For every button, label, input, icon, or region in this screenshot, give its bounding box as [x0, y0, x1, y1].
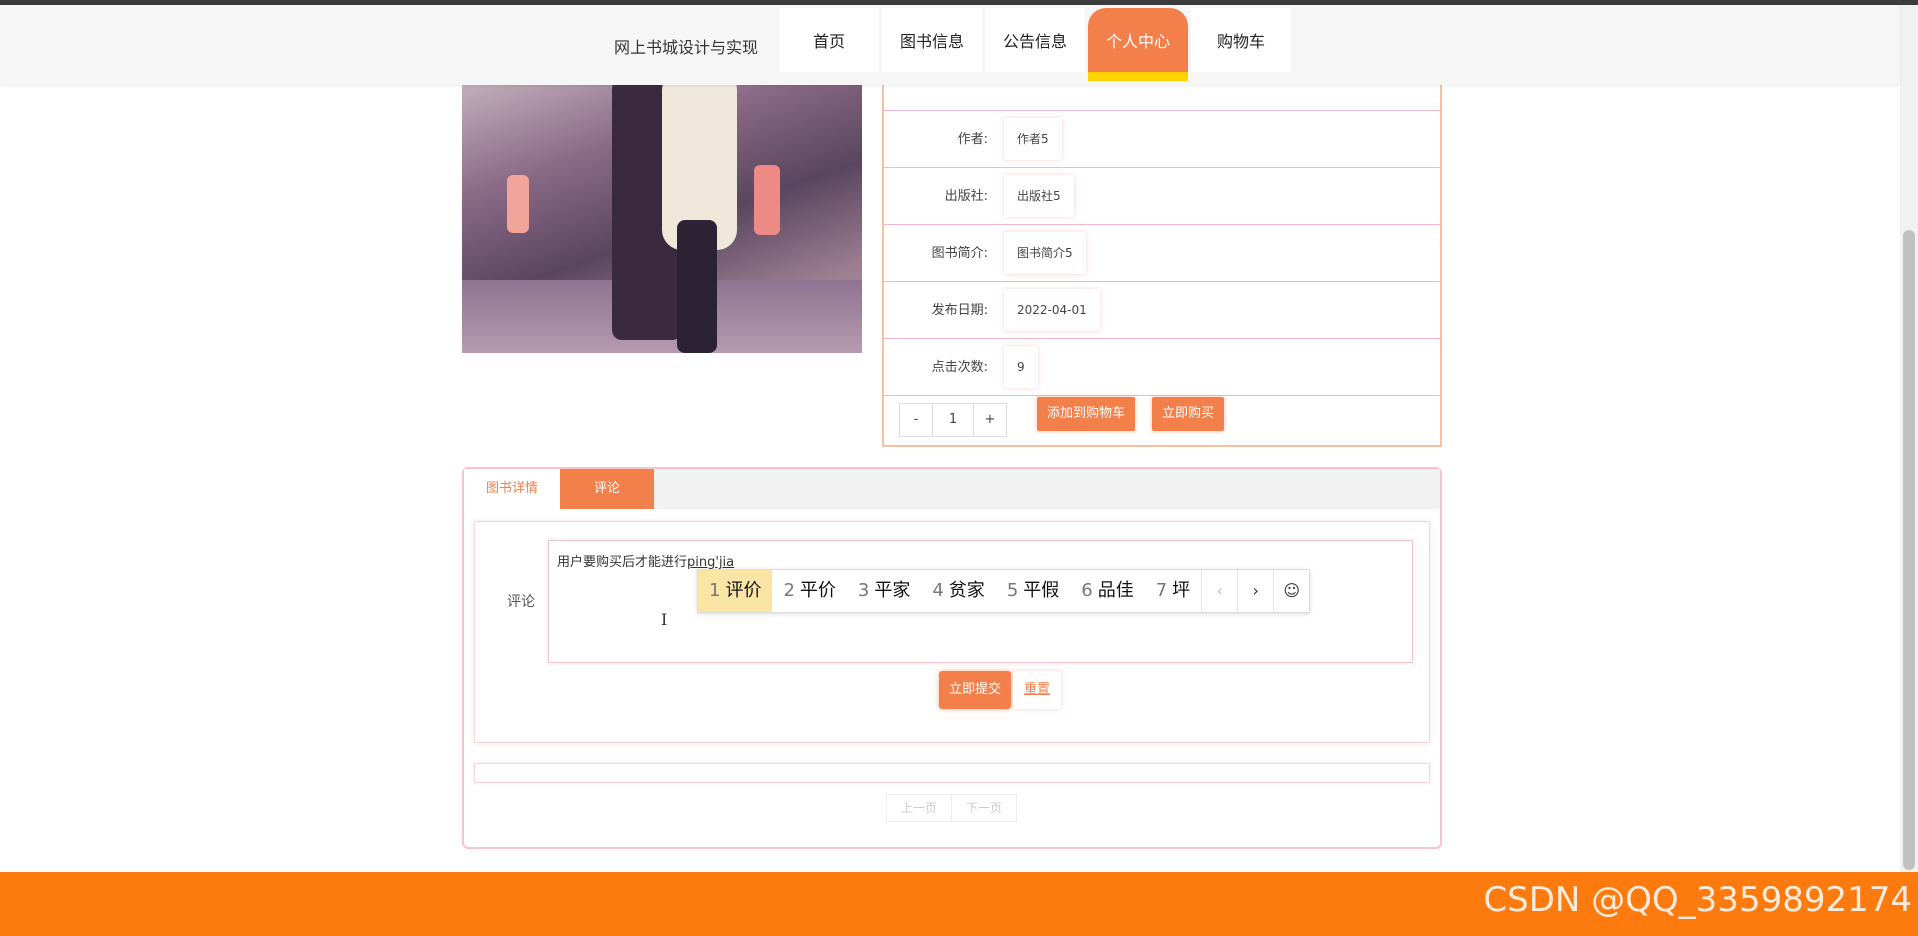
ime-candidate[interactable]: 1 评价 [698, 570, 773, 612]
next-page-button[interactable]: 下一页 [951, 795, 1016, 821]
ime-prev-page-icon[interactable]: ‹ [1201, 570, 1237, 612]
info-row-date: 发布日期: 2022-04-01 [884, 282, 1440, 339]
quantity-input[interactable]: 1 [932, 404, 974, 436]
info-row-author: 作者: 作者5 [884, 111, 1440, 168]
ime-candidate[interactable]: 5 平假 [996, 570, 1070, 612]
nav-cart[interactable]: 购物车 [1191, 8, 1291, 72]
cover-lantern-left [507, 175, 529, 233]
comment-text: 用户要购买后才能进行 [557, 555, 688, 570]
ime-candidate-text: 坪 [1172, 580, 1191, 601]
info-row-publisher: 出版社: 出版社5 [884, 168, 1440, 225]
nav-personal-center[interactable]: 个人中心 [1088, 8, 1188, 81]
ime-candidate-number: 2 [783, 580, 795, 601]
cover-figure-legs [677, 220, 717, 353]
submit-button[interactable]: 立即提交 [939, 671, 1012, 709]
ime-candidate[interactable]: 2 平价 [772, 570, 846, 612]
watermark-text: CSDN @QQ_3359892174 [1483, 880, 1912, 920]
quantity-plus-button[interactable]: + [974, 404, 1006, 436]
quantity-stepper: - 1 + [899, 403, 1007, 437]
ime-candidate-text: 贫家 [948, 580, 985, 601]
pagination: 上一页 下一页 [886, 794, 1018, 822]
ime-candidate-number: 1 [709, 580, 721, 601]
ime-candidate[interactable]: 7坪 [1145, 570, 1201, 612]
ime-candidate-number: 3 [857, 580, 870, 601]
publisher-label: 出版社: [944, 189, 988, 204]
quantity-minus-button[interactable]: - [900, 404, 932, 436]
tab-book-details[interactable]: 图书详情 [464, 469, 560, 509]
nav-notices[interactable]: 公告信息 [985, 8, 1085, 72]
ime-candidate-window: 1 评价 2 平价 3 平家 4 贫家 5 平假 6 品佳 7坪 ‹ › ☺ [697, 569, 1311, 613]
reset-button[interactable]: 重置 [1013, 671, 1062, 709]
ime-candidate-text: 品佳 [1097, 580, 1134, 601]
ime-candidate[interactable]: 3 平家 [847, 570, 921, 612]
scrollbar-thumb[interactable] [1903, 230, 1915, 870]
cover-lantern-right [754, 165, 780, 235]
summary-label: 图书简介: [931, 246, 988, 261]
publisher-value: 出版社5 [1004, 175, 1074, 217]
ime-candidate-number: 5 [1006, 580, 1019, 601]
nav-home[interactable]: 首页 [779, 8, 879, 72]
comment-label: 评论 [507, 594, 535, 610]
info-row-clicks: 点击次数: 9 [884, 339, 1440, 396]
author-label: 作者: [957, 132, 988, 147]
buy-row: - 1 + 添加到购物车 立即购买 [884, 397, 1440, 445]
ime-candidate[interactable]: 4 贫家 [921, 570, 995, 612]
text-cursor-icon: I [661, 610, 668, 629]
comment-list [474, 763, 1430, 783]
ime-candidate-number: 6 [1081, 580, 1093, 601]
nav-book-info[interactable]: 图书信息 [882, 8, 982, 72]
tab-bar: 图书详情 评论 [464, 469, 1440, 509]
buy-now-button[interactable]: 立即购买 [1152, 397, 1225, 431]
ime-candidate-text: 评价 [725, 580, 762, 601]
ime-candidate-number: 4 [932, 580, 944, 601]
ime-next-page-icon[interactable]: › [1237, 570, 1273, 612]
date-label: 发布日期: [931, 303, 988, 318]
comment-pinyin-composition: ping'jia [687, 555, 735, 570]
ime-candidate-text: 平假 [1023, 580, 1060, 601]
ime-candidate-number: 7 [1155, 580, 1168, 601]
clicks-label: 点击次数: [931, 360, 988, 375]
add-to-cart-button[interactable]: 添加到购物车 [1037, 397, 1136, 431]
ime-emoji-icon[interactable]: ☺ [1273, 570, 1309, 612]
main-nav: 首页 图书信息 公告信息 个人中心 购物车 [779, 8, 1294, 81]
page-scrollbar[interactable] [1900, 5, 1918, 936]
author-value: 作者5 [1004, 118, 1062, 160]
comment-form: 评论 用户要购买后才能进行ping'jia I 立即提交 重置 [474, 521, 1430, 743]
site-title: 网上书城设计与实现 [614, 38, 759, 57]
book-info-table: 作者: 作者5 出版社: 出版社5 图书简介: 图书简介5 发布日期: 2022… [882, 70, 1442, 447]
ime-candidate[interactable]: 6 品佳 [1070, 570, 1144, 612]
prev-page-button[interactable]: 上一页 [887, 795, 951, 821]
site-header: 网上书城设计与实现 首页 图书信息 公告信息 个人中心 购物车 [0, 5, 1900, 85]
book-cover-image [462, 70, 862, 353]
clicks-value: 9 [1004, 346, 1038, 388]
detail-tabs-panel: 图书详情 评论 评论 用户要购买后才能进行ping'jia I 立即提交 重置 … [462, 467, 1442, 849]
info-row-summary: 图书简介: 图书简介5 [884, 225, 1440, 282]
summary-value: 图书简介5 [1004, 232, 1086, 274]
ime-candidate-text: 平价 [799, 580, 836, 601]
ime-candidate-text: 平家 [874, 580, 911, 601]
tab-comments[interactable]: 评论 [560, 469, 654, 509]
date-value: 2022-04-01 [1004, 289, 1100, 331]
